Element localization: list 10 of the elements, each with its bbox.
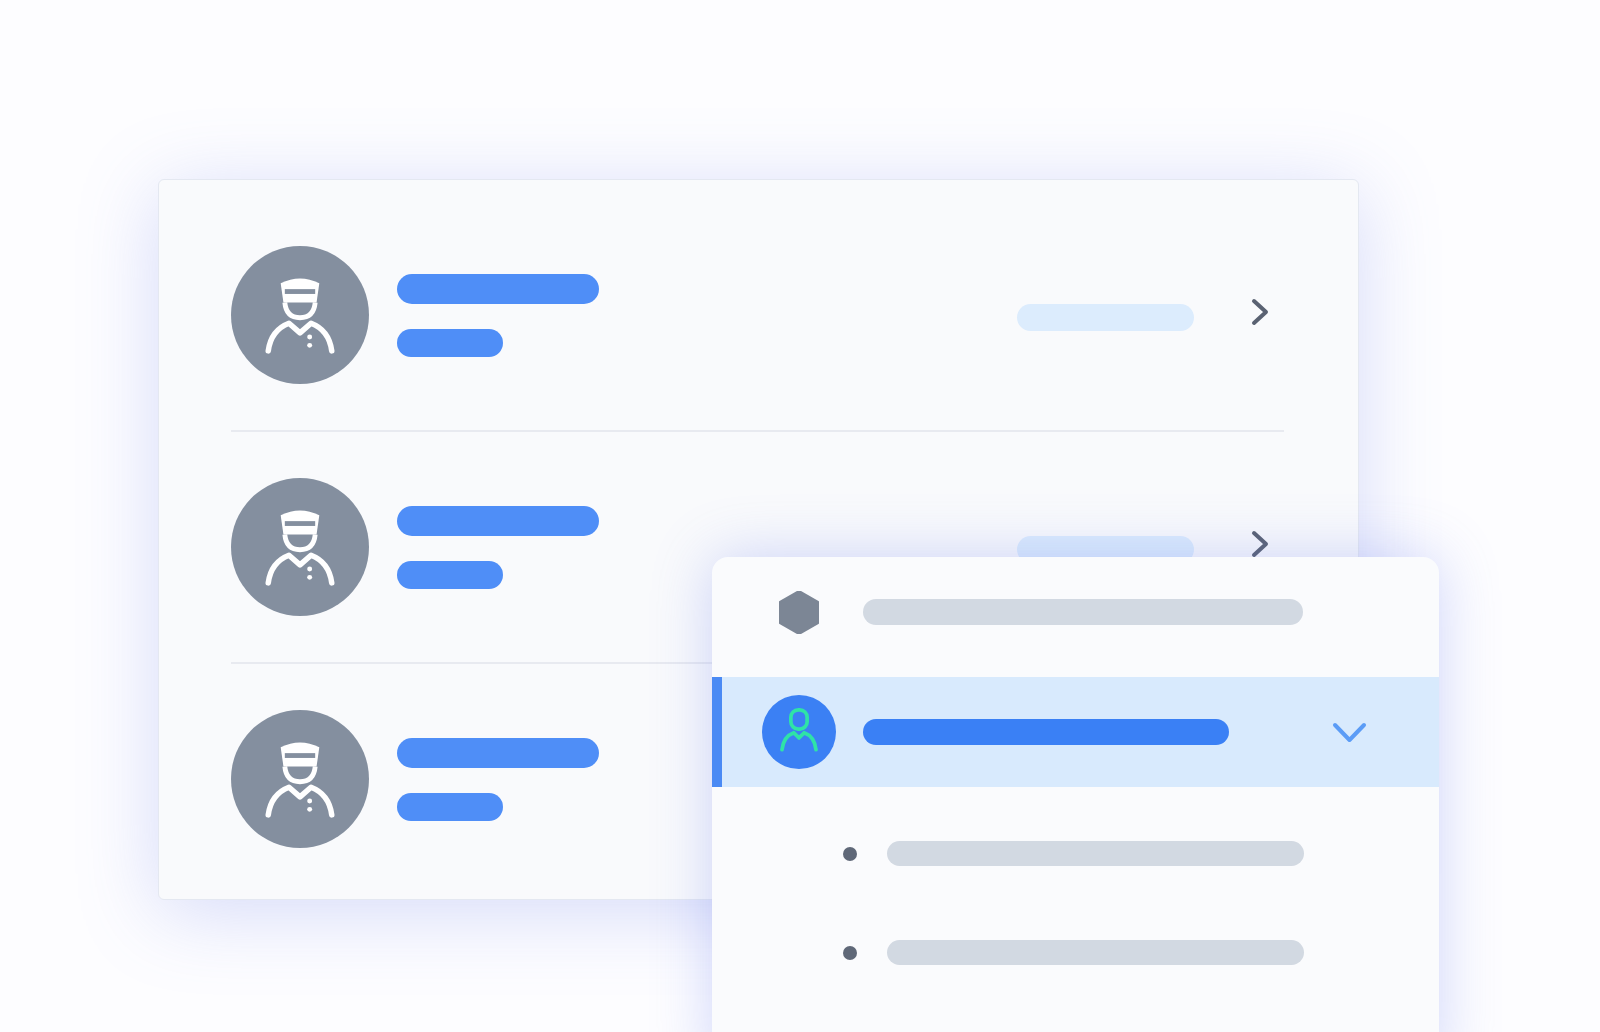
person-avatar-icon <box>231 710 369 848</box>
person-avatar-icon <box>231 246 369 384</box>
bullet-icon <box>843 945 857 960</box>
chevron-right-icon <box>1251 298 1269 326</box>
person-avatar-icon <box>231 478 369 616</box>
bullet-icon <box>843 846 857 861</box>
person-avatar-icon <box>762 695 836 769</box>
chevron-right-icon <box>1251 530 1269 558</box>
hexagon-icon <box>779 590 819 634</box>
menu-item[interactable] <box>712 677 1439 787</box>
